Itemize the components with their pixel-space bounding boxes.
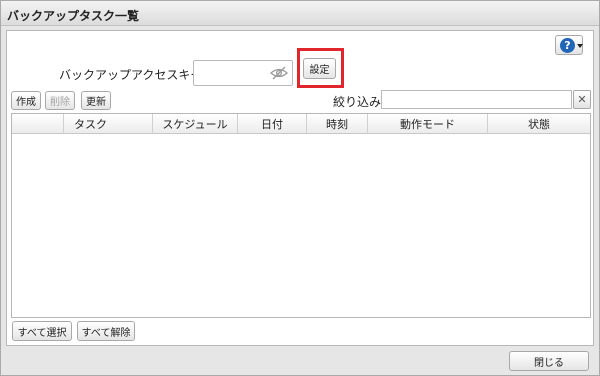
clear-filter-button[interactable]: ✕ — [573, 90, 591, 109]
column-header-date[interactable]: 日付 — [238, 114, 307, 134]
filter-input[interactable] — [381, 90, 572, 109]
column-header-time[interactable]: 時刻 — [307, 114, 368, 134]
set-button[interactable]: 設定 — [303, 58, 336, 79]
column-header-status[interactable]: 状態 — [488, 114, 590, 134]
select-all-button[interactable]: すべて選択 — [12, 321, 72, 341]
column-header-mode[interactable]: 動作モード — [368, 114, 488, 134]
table-header: タスク スケジュール 日付 時刻 動作モード 状態 — [12, 114, 590, 134]
column-header-schedule[interactable]: スケジュール — [153, 114, 238, 134]
deselect-all-button[interactable]: すべて解除 — [77, 321, 135, 341]
refresh-button[interactable]: 更新 — [81, 91, 111, 110]
title-bar[interactable]: バックアップタスク一覧 — [1, 1, 599, 26]
column-header-select[interactable] — [12, 114, 64, 134]
task-table[interactable]: タスク スケジュール 日付 時刻 動作モード 状態 — [11, 113, 591, 318]
create-button[interactable]: 作成 — [11, 91, 41, 110]
eye-slash-icon[interactable] — [270, 66, 288, 80]
close-button[interactable]: 閉じる — [509, 351, 589, 371]
delete-button[interactable]: 削除 — [45, 91, 75, 110]
help-icon: ? — [560, 38, 575, 53]
help-button[interactable]: ? — [555, 35, 583, 55]
chevron-down-icon — [577, 44, 583, 48]
filter-label: 絞り込み: — [333, 95, 386, 109]
access-key-input[interactable] — [193, 60, 293, 86]
backup-task-list-dialog: バックアップタスク一覧 ? バックアップアクセスキー: 設定 作成 削除 更新 … — [0, 0, 600, 376]
dialog-title: バックアップタスク一覧 — [7, 9, 140, 23]
access-key-label: バックアップアクセスキー: — [59, 68, 207, 82]
close-icon: ✕ — [577, 93, 587, 106]
column-header-task[interactable]: タスク — [64, 114, 153, 134]
